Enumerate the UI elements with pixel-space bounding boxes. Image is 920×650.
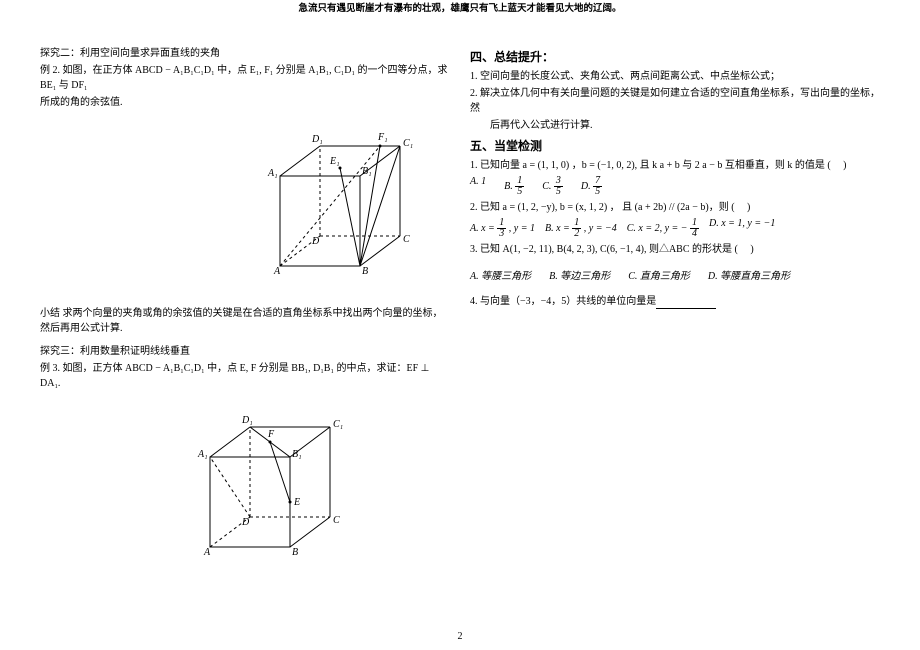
- q2-stem-a: 2. 已知 a = (1, 2, −y), b = (x, 1, 2) ， 且 …: [470, 202, 735, 213]
- q3-optB: B. 等边三角形: [549, 267, 610, 282]
- left-column: 探究二：利用空间向量求异面直线的夹角 例 2. 如图，在正方体 ABCD − A…: [40, 44, 450, 583]
- q3-stem-a: 3. 已知 A(1, −2, 11), B(4, 2, 3), C(6, −1,…: [470, 244, 738, 255]
- q3-optC: C. 直角三角形: [628, 267, 690, 282]
- q2-optC: C. x = 2, y = − 14: [627, 218, 699, 239]
- q4-stem: 4. 与向量（−3，−4，5）共线的单位向量是: [470, 296, 656, 307]
- section4-title: 四、总结提升：: [470, 48, 880, 65]
- svg-text:C: C: [403, 234, 410, 245]
- q3-optD: D. 等腰直角三角形: [708, 267, 790, 282]
- svg-text:E: E: [293, 497, 300, 508]
- q1-optB: B. 15: [504, 176, 524, 197]
- q2-optC-den: 4: [690, 229, 699, 239]
- q2-stem-b: ): [747, 202, 750, 213]
- q2-optB-den: 2: [572, 229, 581, 239]
- svg-text:B: B: [362, 266, 368, 277]
- cube-figure-1: A B C D A₁ B₁ C₁ D₁ E₁ F₁: [250, 116, 430, 296]
- q1-stem-a: 1. 已知向量 a = (1, 1, 0) ，b = (−1, 0, 2), 且…: [470, 160, 831, 171]
- svg-text:A₁: A₁: [267, 168, 278, 179]
- q4-stem-line: 4. 与向量（−3，−4，5）共线的单位向量是: [470, 294, 880, 309]
- q2-optC-pre: C. x = 2, y = −: [627, 223, 688, 234]
- explore3-title: 探究三：利用数量积证明线线垂直: [40, 344, 450, 359]
- explore2-title: 探究二：利用空间向量求异面直线的夹角: [40, 46, 450, 61]
- q1-optB-den: 5: [515, 187, 524, 197]
- q1-optD: D. 75: [581, 176, 602, 197]
- svg-text:D₁: D₁: [311, 134, 323, 145]
- q2-optB-pre: B. x =: [545, 223, 570, 234]
- svg-text:E₁: E₁: [329, 156, 340, 167]
- section4-item1: 1. 空间向量的长度公式、夹角公式、两点间距离公式、中点坐标公式；: [470, 69, 880, 84]
- svg-text:A: A: [273, 266, 281, 277]
- q1-optA: A. 1: [470, 176, 486, 197]
- svg-text:A₁: A₁: [197, 449, 208, 460]
- svg-text:F: F: [267, 429, 275, 440]
- q2-optA: A. x = 13 , y = 1: [470, 218, 535, 239]
- q1-optC-den: 5: [554, 187, 563, 197]
- q3-optA: A. 等腰三角形: [470, 267, 531, 282]
- q1-stem: 1. 已知向量 a = (1, 1, 0) ，b = (−1, 0, 2), 且…: [470, 158, 880, 173]
- q3-options: A. 等腰三角形 B. 等边三角形 C. 直角三角形 D. 等腰直角三角形: [470, 267, 880, 282]
- summary2: 小结 求两个向量的夹角或角的余弦值的关键是在合适的直角坐标系中找出两个向量的坐标…: [40, 306, 450, 336]
- header-quote: 急流只有遇见断崖才有瀑布的壮观，雄鹰只有飞上蓝天才能看见大地的辽阔。: [0, 0, 920, 14]
- example3-line: 例 3. 如图，正方体 ABCD − A₁B₁C₁D₁ 中，点 E, F 分别是…: [40, 361, 450, 391]
- svg-text:C: C: [333, 515, 340, 526]
- q3-stem: 3. 已知 A(1, −2, 11), B(4, 2, 3), C(6, −1,…: [470, 242, 880, 257]
- svg-text:F₁: F₁: [377, 132, 388, 143]
- svg-text:B: B: [292, 547, 298, 558]
- q1-stem-b: ): [843, 160, 846, 171]
- q2-optB-suf: , y = −4: [584, 223, 617, 234]
- right-column: 四、总结提升： 1. 空间向量的长度公式、夹角公式、两点间距离公式、中点坐标公式…: [470, 44, 880, 583]
- q1-optD-prefix: D.: [581, 181, 591, 192]
- q1-optC: C. 35: [542, 176, 563, 197]
- q2-optD: D. x = 1, y = −1: [709, 218, 775, 239]
- svg-text:C₁: C₁: [333, 419, 343, 430]
- q1-optD-den: 5: [593, 187, 602, 197]
- svg-text:A: A: [203, 547, 211, 558]
- page-content: 探究二：利用空间向量求异面直线的夹角 例 2. 如图，在正方体 ABCD − A…: [0, 24, 920, 593]
- svg-text:B₁: B₁: [292, 449, 302, 460]
- q2-optA-suf: , y = 1: [509, 223, 535, 234]
- q2-optA-pre: A. x =: [470, 223, 495, 234]
- svg-text:D: D: [311, 236, 320, 247]
- q1-optC-prefix: C.: [542, 181, 551, 192]
- q2-optB: B. x = 12 , y = −4: [545, 218, 617, 239]
- q2-optA-den: 3: [497, 229, 506, 239]
- q3-stem-b: ): [750, 244, 753, 255]
- example2-line2: 所成的角的余弦值.: [40, 95, 450, 110]
- q4-blank: [656, 298, 716, 309]
- svg-text:B₁: B₁: [362, 166, 372, 177]
- section4-item2b: 后再代入公式进行计算.: [490, 118, 880, 133]
- q1-optB-prefix: B.: [504, 181, 513, 192]
- section5-title: 五、当堂检测: [470, 137, 880, 154]
- svg-text:C₁: C₁: [403, 138, 413, 149]
- q2-stem: 2. 已知 a = (1, 2, −y), b = (x, 1, 2) ， 且 …: [470, 200, 880, 215]
- q2-options: A. x = 13 , y = 1 B. x = 12 , y = −4 C. …: [470, 218, 880, 239]
- cube-figure-2: A B C D A₁ B₁ C₁ D₁ E F: [180, 397, 360, 577]
- svg-text:D₁: D₁: [241, 415, 253, 426]
- page-number: 2: [458, 631, 463, 642]
- q1-options: A. 1 B. 15 C. 35 D. 75: [470, 176, 880, 197]
- svg-text:D: D: [241, 517, 250, 528]
- section4-item2a: 2. 解决立体几何中有关向量问题的关键是如何建立合适的空间直角坐标系，写出向量的…: [470, 86, 880, 116]
- example2-line1: 例 2. 如图，在正方体 ABCD − A₁B₁C₁D₁ 中，点 E₁, F₁ …: [40, 63, 450, 93]
